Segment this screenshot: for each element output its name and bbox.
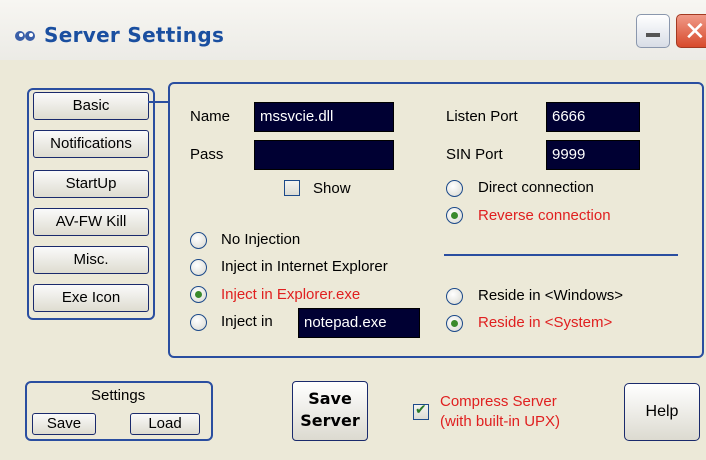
- title-bar[interactable]: Server Settings ✕: [0, 0, 706, 60]
- sidebar-item-basic[interactable]: Basic: [33, 92, 149, 120]
- inject-explorer-exe-radio[interactable]: [190, 286, 207, 303]
- listen-port-field[interactable]: 6666: [546, 102, 640, 132]
- tab-connector: [148, 101, 170, 103]
- close-button[interactable]: ✕: [676, 14, 706, 48]
- save-server-button[interactable]: Save Server: [292, 381, 368, 441]
- sidebar-item-startup[interactable]: StartUp: [33, 170, 149, 198]
- inject-in-radio[interactable]: [190, 314, 207, 331]
- compress-server-checkbox[interactable]: [413, 402, 429, 420]
- save-settings-button[interactable]: Save: [32, 413, 96, 435]
- sidebar-item-exe-icon[interactable]: Exe Icon: [33, 284, 149, 312]
- sidebar-item-av-fw-kill[interactable]: AV-FW Kill: [33, 208, 149, 236]
- compress-server-label: Compress Server (with built-in UPX): [440, 392, 560, 432]
- compress-server-line1: Compress Server: [440, 393, 557, 410]
- inject-explorer-exe-label: Inject in Explorer.exe: [221, 286, 361, 303]
- sin-port-field[interactable]: 9999: [546, 140, 640, 170]
- reside-windows-radio[interactable]: [446, 288, 463, 305]
- listen-port-label: Listen Port: [446, 108, 518, 125]
- sin-port-label: SIN Port: [446, 146, 503, 163]
- show-checkbox[interactable]: [284, 180, 300, 196]
- direct-connection-label: Direct connection: [478, 179, 594, 196]
- name-field[interactable]: mssvcie.dll: [254, 102, 394, 132]
- inject-target-field[interactable]: notepad.exe: [298, 308, 420, 338]
- eyes-icon: [15, 31, 35, 41]
- close-icon: ✕: [684, 17, 706, 47]
- save-server-line1: Save: [308, 389, 352, 408]
- reside-system-radio[interactable]: [446, 315, 463, 332]
- reverse-connection-radio[interactable]: [446, 207, 463, 224]
- save-server-line2: Server: [300, 411, 360, 430]
- pass-label: Pass: [190, 146, 224, 163]
- compress-server-line2: (with built-in UPX): [440, 413, 561, 430]
- help-button[interactable]: Help: [624, 383, 700, 441]
- show-label: Show: [313, 180, 351, 197]
- direct-connection-radio[interactable]: [446, 180, 463, 197]
- pass-field[interactable]: [254, 140, 394, 170]
- no-injection-radio[interactable]: [190, 232, 207, 249]
- no-injection-label: No Injection: [221, 231, 301, 248]
- reverse-connection-label: Reverse connection: [478, 207, 611, 224]
- divider: [444, 254, 678, 256]
- inject-internet-explorer-radio[interactable]: [190, 259, 207, 276]
- minimize-button[interactable]: [636, 14, 670, 48]
- inject-in-label: Inject in: [221, 313, 273, 330]
- sidebar-item-misc[interactable]: Misc.: [33, 246, 149, 274]
- sidebar-item-notifications[interactable]: Notifications: [33, 130, 149, 158]
- window-title: Server Settings: [44, 23, 225, 47]
- inject-internet-explorer-label: Inject in Internet Explorer: [221, 258, 388, 275]
- load-settings-button[interactable]: Load: [130, 413, 200, 435]
- settings-group-label: Settings: [91, 387, 146, 404]
- reside-system-label: Reside in <System>: [478, 314, 613, 331]
- name-label: Name: [190, 108, 231, 125]
- reside-windows-label: Reside in <Windows>: [478, 287, 624, 304]
